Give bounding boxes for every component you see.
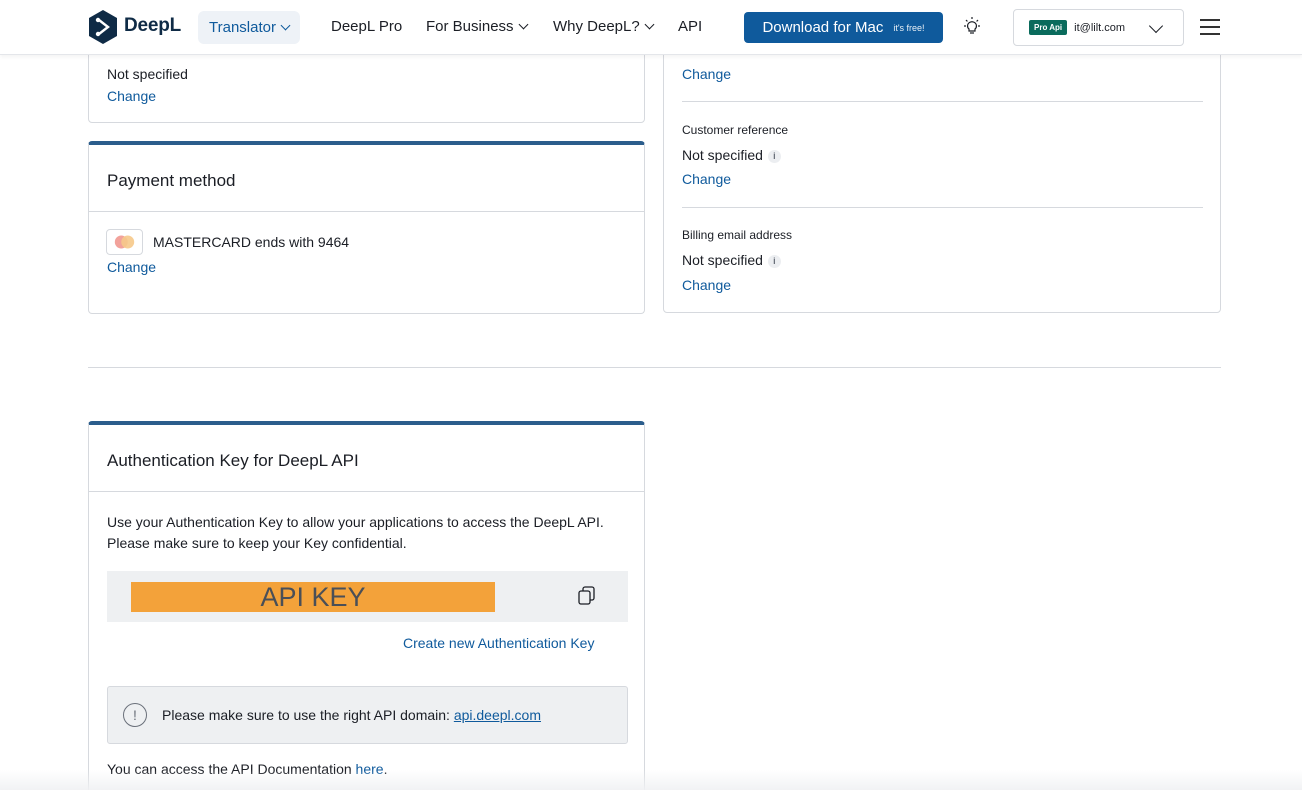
notice-text: Please make sure to use the right API do… bbox=[162, 707, 541, 723]
hamburger-line bbox=[1200, 26, 1220, 28]
api-domain-link[interactable]: api.deepl.com bbox=[454, 707, 541, 723]
account-menu[interactable]: Pro Api it@lilt.com bbox=[1013, 9, 1184, 46]
deepl-logo-icon[interactable] bbox=[88, 10, 118, 44]
download-button-label: Download for Mac bbox=[762, 19, 884, 36]
billing-email-label: Billing email address bbox=[682, 228, 793, 242]
nav-deepl-pro[interactable]: DeepL Pro bbox=[331, 18, 402, 35]
card-description: MASTERCARD ends with 9464 bbox=[153, 234, 350, 250]
create-auth-key-link[interactable]: Create new Authentication Key bbox=[403, 635, 594, 651]
divider bbox=[682, 101, 1203, 102]
billing-value: Not specified bbox=[107, 66, 188, 82]
auth-description-line2: Please make sure to keep your Key confid… bbox=[107, 535, 407, 551]
nav-why-deepl-label: Why DeepL? bbox=[553, 18, 640, 35]
nav-for-business[interactable]: For Business bbox=[426, 18, 528, 35]
notice-message: Please make sure to use the right API do… bbox=[162, 707, 450, 723]
divider bbox=[682, 207, 1203, 208]
api-key-field[interactable]: API KEY bbox=[107, 571, 628, 622]
customer-reference-label: Customer reference bbox=[682, 123, 789, 137]
download-for-mac-button[interactable]: Download for Mac it's free! bbox=[744, 12, 943, 43]
nav-api[interactable]: API bbox=[678, 18, 702, 35]
chevron-down-icon bbox=[1148, 18, 1164, 34]
api-key-value: API KEY bbox=[131, 582, 495, 612]
payment-method-title: Payment method bbox=[107, 171, 236, 190]
download-free-badge: it's free! bbox=[893, 22, 925, 33]
nav-why-deepl[interactable]: Why DeepL? bbox=[553, 18, 655, 35]
pro-api-badge: Pro Api bbox=[1029, 20, 1068, 35]
nav-translator[interactable]: Translator bbox=[198, 11, 300, 44]
billing-email-text: Not specified bbox=[682, 252, 763, 268]
chevron-down-icon bbox=[280, 20, 291, 31]
bottom-fade bbox=[0, 770, 1302, 790]
nav-translator-label: Translator bbox=[209, 19, 276, 36]
lightbulb-icon[interactable] bbox=[961, 16, 983, 38]
copy-icon[interactable] bbox=[577, 585, 597, 607]
billing-top-change-link[interactable]: Change bbox=[682, 66, 731, 82]
top-navigation: DeepL Translator DeepL Pro For Business … bbox=[0, 0, 1302, 55]
billing-email-change-link[interactable]: Change bbox=[682, 277, 731, 293]
nav-deepl-pro-label: DeepL Pro bbox=[331, 18, 403, 35]
mastercard-icon bbox=[106, 229, 143, 255]
auth-key-card: Authentication Key for DeepL API Use you… bbox=[88, 421, 645, 790]
info-icon[interactable]: i bbox=[767, 150, 781, 163]
payment-method-card: Payment method MASTERCARD ends with 9464… bbox=[88, 141, 645, 314]
api-domain-notice: ! Please make sure to use the right API … bbox=[107, 686, 628, 744]
customer-reference-value: Not specified i bbox=[682, 147, 781, 163]
payment-body: MASTERCARD ends with 9464 Change bbox=[89, 211, 644, 311]
customer-reference-text: Not specified bbox=[682, 147, 763, 163]
hamburger-line bbox=[1200, 33, 1220, 35]
divider bbox=[89, 491, 644, 492]
payment-change-link[interactable]: Change bbox=[107, 259, 156, 275]
hamburger-line bbox=[1200, 19, 1220, 21]
hamburger-menu-icon[interactable] bbox=[1200, 19, 1220, 35]
auth-key-title: Authentication Key for DeepL API bbox=[107, 451, 359, 470]
nav-api-label: API bbox=[678, 18, 703, 35]
auth-description-line1: Use your Authentication Key to allow you… bbox=[107, 514, 604, 530]
nav-for-business-label: For Business bbox=[426, 18, 514, 35]
exclamation-circle-icon: ! bbox=[123, 703, 147, 727]
account-email: it@lilt.com bbox=[1074, 21, 1126, 34]
chevron-down-icon bbox=[518, 19, 528, 30]
customer-reference-change-link[interactable]: Change bbox=[682, 171, 731, 187]
brand-name[interactable]: DeepL bbox=[124, 15, 181, 37]
info-icon[interactable]: i bbox=[767, 255, 781, 268]
billing-change-link[interactable]: Change bbox=[107, 88, 156, 104]
chevron-down-icon bbox=[644, 19, 655, 30]
billing-details-card: Change Customer reference Not specified i… bbox=[663, 30, 1221, 313]
billing-email-value: Not specified i bbox=[682, 252, 781, 268]
section-divider bbox=[88, 367, 1221, 368]
